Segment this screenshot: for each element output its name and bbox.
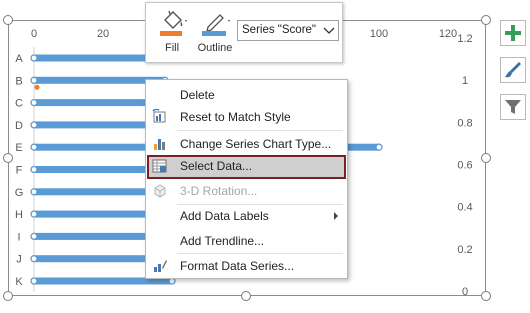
mini-toolbar: Fill Outline Series "Score" (145, 2, 343, 63)
selection-point (30, 121, 38, 129)
menu-item-format-data-series[interactable]: Format Data Series... (147, 255, 346, 277)
x-tick-label: 0 (31, 28, 37, 40)
fill-button[interactable]: Fill (152, 5, 192, 59)
orange-marker (34, 84, 40, 90)
secondary-tick-label: 0.4 (457, 202, 472, 214)
chart-elements-button[interactable] (500, 20, 526, 46)
select-data-icon (152, 159, 167, 173)
chevron-down-icon (323, 27, 335, 34)
chart-filters-button[interactable] (500, 94, 526, 120)
menu-item-delete[interactable]: Delete (147, 84, 346, 106)
category-label: G (15, 187, 24, 199)
category-label: J (16, 254, 22, 266)
menu-item-label: 3-D Rotation... (180, 184, 258, 198)
reset-style-icon (152, 109, 166, 123)
submenu-arrow-icon (334, 212, 338, 220)
menu-item-label: Reset to Match Style (180, 110, 291, 124)
secondary-tick-label: 0.2 (457, 244, 472, 256)
selection-point (375, 143, 383, 151)
chart-styles-button[interactable] (500, 57, 526, 83)
menu-item-label: Change Series Chart Type... (180, 137, 332, 151)
category-label: A (15, 53, 23, 65)
secondary-tick-label: 0.8 (457, 117, 472, 129)
category-label: D (15, 120, 23, 132)
plus-icon (505, 25, 521, 41)
menu-item-label: Delete (180, 88, 215, 102)
paintbrush-icon (505, 62, 521, 78)
selection-point (30, 232, 38, 241)
selection-point (30, 165, 38, 174)
selection-point (30, 143, 38, 151)
outline-color-swatch (202, 31, 226, 36)
cube-icon (154, 184, 166, 198)
menu-item-add-trendline[interactable]: Add Trendline... (147, 230, 346, 252)
menu-separator (177, 253, 343, 254)
fill-color-swatch (160, 31, 182, 36)
menu-item-add-data-labels[interactable]: Add Data Labels (147, 205, 346, 227)
selection-point (30, 54, 38, 62)
x-tick-label: 120 (439, 28, 457, 40)
filter-icon (505, 100, 521, 114)
selection-point (30, 255, 38, 263)
series-dropdown[interactable]: Series "Score" (237, 20, 339, 41)
x-tick-label: 20 (97, 28, 109, 40)
fill-label: Fill (164, 42, 180, 54)
menu-item-select-data[interactable]: Select Data... (147, 155, 346, 179)
category-label: B (15, 75, 22, 87)
paint-bucket-icon (160, 10, 187, 36)
menu-item-label: Format Data Series... (180, 259, 295, 273)
selection-point (30, 210, 38, 218)
category-label: E (15, 142, 22, 154)
selection-point (30, 188, 38, 196)
format-series-icon (154, 260, 167, 272)
secondary-tick-label: 1 (462, 75, 468, 87)
context-menu: Delete Reset to Match Style Change Serie… (145, 79, 348, 279)
pen-outline-icon (202, 14, 230, 36)
category-label: H (15, 209, 23, 221)
category-label: I (17, 231, 20, 243)
menu-item-label: Add Trendline... (180, 234, 265, 248)
menu-item-change-chart-type[interactable]: Change Series Chart Type... (147, 133, 346, 155)
outline-label: Outline (197, 42, 233, 54)
menu-separator (177, 130, 343, 131)
category-label: K (15, 276, 23, 288)
outline-button[interactable]: Outline (194, 5, 236, 59)
category-label: F (16, 165, 23, 177)
series-dropdown-value: Series "Score" (242, 24, 316, 36)
selection-point (30, 98, 38, 107)
menu-item-label: Add Data Labels (180, 209, 269, 223)
menu-item-label: Select Data... (180, 159, 253, 173)
secondary-tick-label: 1.2 (457, 33, 472, 45)
chart-type-icon (154, 139, 165, 150)
menu-item-reset-style[interactable]: Reset to Match Style (147, 106, 346, 128)
category-label: C (15, 98, 23, 110)
menu-item-3d-rotation: 3-D Rotation... (147, 180, 346, 202)
selection-point (30, 76, 38, 84)
selection-point (30, 277, 38, 285)
x-tick-label: 100 (370, 28, 388, 40)
secondary-tick-label: 0 (462, 286, 468, 298)
secondary-tick-label: 0.6 (457, 160, 472, 172)
